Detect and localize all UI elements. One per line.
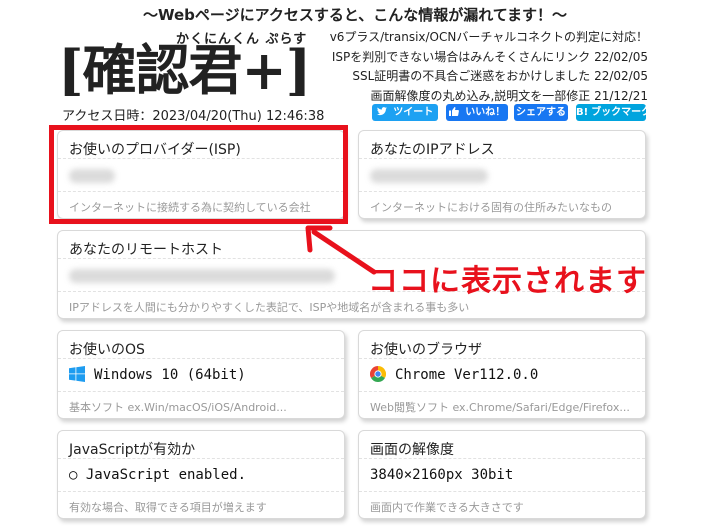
- news-item[interactable]: v6プラス/transix/OCNバーチャルコネクトの判定に対応！: [330, 28, 648, 48]
- news-item[interactable]: ISPを判別できない場合はみんそくさんにリンク 22/02/05: [330, 48, 648, 68]
- facebook-like-icon: [448, 107, 462, 118]
- remote-host-description: IPアドレスを人間にも分かりやすくした表記で、ISPや地域名が含まれる事も多い: [69, 301, 470, 314]
- chrome-logo-icon: [369, 366, 387, 386]
- share-button[interactable]: シェアする: [514, 104, 568, 121]
- resolution-card: 画面の解像度 3840×2160px 30bit 画面内で作業できる大きさです: [358, 430, 646, 519]
- remote-host-title: あなたのリモートホスト: [69, 242, 223, 258]
- hatena-bookmark-icon: B!: [576, 107, 589, 118]
- tweet-label: ツイート: [393, 107, 434, 118]
- divider: [58, 491, 344, 492]
- site-logo[interactable]: かくにんくん ぷらす [確認君+]: [58, 28, 311, 104]
- ip-description: インターネットにおける固有の住所みたいなもの: [370, 201, 612, 214]
- highlight-box: [49, 125, 348, 224]
- javascript-title: JavaScriptが有効か: [69, 442, 196, 458]
- twitter-bird-icon: [376, 107, 390, 118]
- resolution-value: 3840×2160px 30bit: [370, 467, 514, 483]
- hatena-bookmark-label: ブックマーク: [591, 107, 652, 118]
- javascript-card: JavaScriptが有効か ○ JavaScript enabled. 有効な…: [57, 430, 345, 519]
- like-button[interactable]: いいね！: [446, 104, 508, 121]
- divider: [58, 458, 344, 459]
- os-value: Windows 10 (64bit): [94, 367, 246, 383]
- resolution-description: 画面内で作業できる大きさです: [370, 501, 524, 514]
- share-label: シェアする: [516, 107, 566, 118]
- annotation-text: ココに表示されます: [368, 264, 647, 299]
- browser-card: お使いのブラウザ Chrome Ver112.0.0 Web閲覧ソフト ex.C…: [358, 330, 646, 419]
- access-time: アクセス日時：2023/04/20(Thu) 12:46:38: [62, 109, 325, 124]
- browser-description: Web閲覧ソフト ex.Chrome/Safari/Edge/Firefox..…: [370, 401, 630, 414]
- like-label: いいね！: [465, 107, 506, 118]
- divider: [58, 391, 344, 392]
- divider: [359, 491, 645, 492]
- hatena-bookmark-button[interactable]: B! ブックマーク: [576, 104, 651, 121]
- news-list: v6プラス/transix/OCNバーチャルコネクトの判定に対応！ ISPを判別…: [330, 28, 648, 106]
- os-title: お使いのOS: [69, 342, 145, 358]
- divider: [359, 191, 645, 192]
- remote-host-value-blurred: [69, 269, 335, 283]
- javascript-description: 有効な場合、取得できる項目が増えます: [69, 501, 267, 514]
- browser-value: Chrome Ver112.0.0: [395, 367, 539, 383]
- divider: [359, 391, 645, 392]
- divider: [359, 358, 645, 359]
- resolution-title: 画面の解像度: [370, 442, 454, 458]
- ip-card: あなたのIPアドレス インターネットにおける固有の住所みたいなもの: [358, 130, 646, 219]
- javascript-value: ○ JavaScript enabled.: [69, 467, 247, 483]
- os-description: 基本ソフト ex.Win/macOS/iOS/Android...: [69, 401, 287, 414]
- divider: [359, 458, 645, 459]
- windows-logo-icon: [69, 366, 85, 386]
- tweet-button[interactable]: ツイート: [372, 104, 438, 121]
- site-tagline: 〜Webページにアクセスすると、こんな情報が漏れてます！〜: [142, 6, 568, 24]
- logo-text: [確認君+]: [58, 38, 311, 102]
- news-item[interactable]: SSL証明書の不具合ご迷惑をおかけしました 22/02/05: [330, 67, 648, 87]
- divider: [359, 158, 645, 159]
- ip-value-blurred: [370, 169, 488, 183]
- ip-title: あなたのIPアドレス: [370, 142, 495, 158]
- browser-title: お使いのブラウザ: [370, 342, 482, 358]
- divider: [58, 358, 344, 359]
- os-card: お使いのOS Windows 10 (64bit) 基本ソフト ex.Win/m…: [57, 330, 345, 419]
